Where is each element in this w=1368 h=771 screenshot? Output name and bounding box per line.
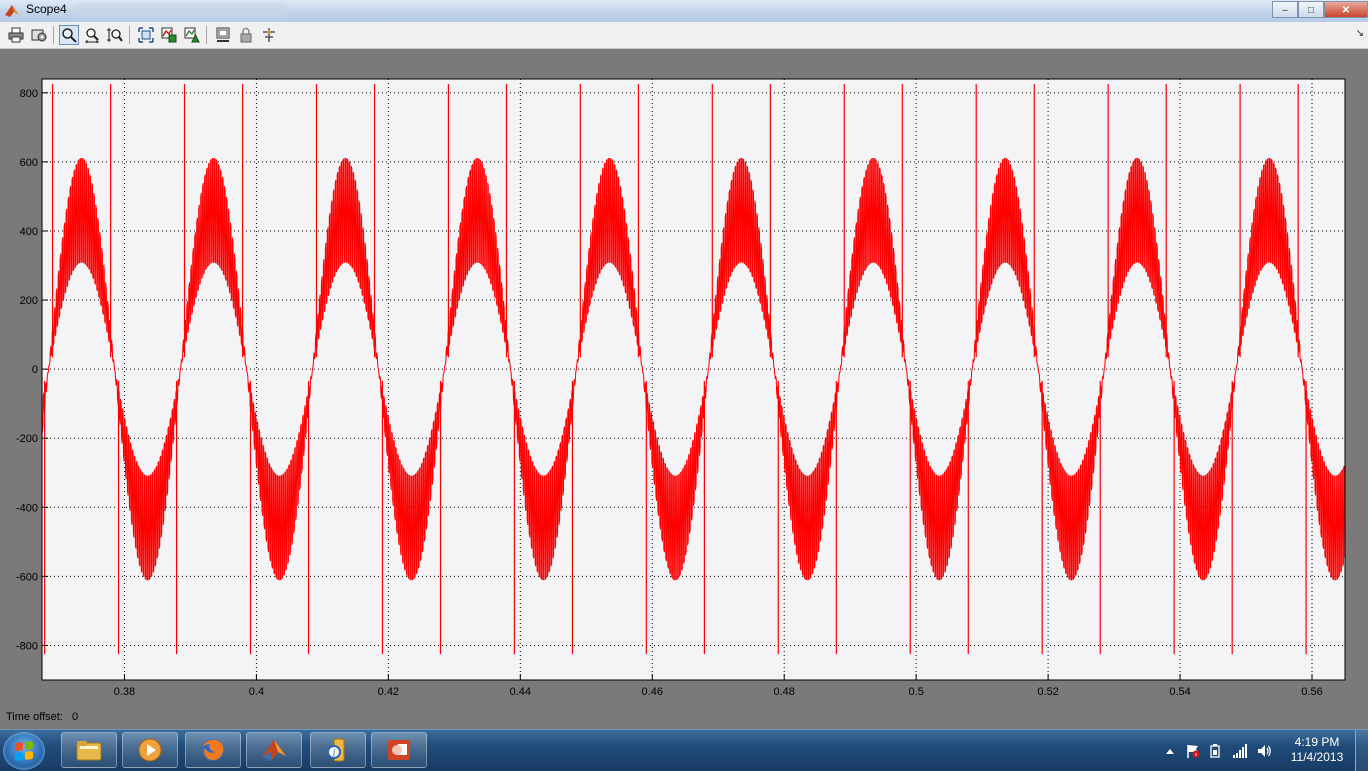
windows-taskbar: i x 4:19 PM 11/4/2013 (0, 729, 1368, 771)
media-player-icon (138, 738, 162, 762)
toolbar-separator (206, 26, 207, 44)
powerpoint-icon (388, 740, 410, 760)
zoom-icon (62, 28, 77, 43)
floating-scope-icon (216, 27, 230, 42)
y-tick-label: 0 (32, 364, 38, 376)
y-tick-label: 400 (20, 226, 38, 238)
time-offset-label: Time offset: (6, 711, 63, 723)
taskbar-item-matlab[interactable] (246, 732, 302, 768)
clock-time: 4:19 PM (1294, 735, 1340, 749)
window-controls: – □ ✕ (1272, 0, 1368, 20)
taskbar-item-help[interactable]: i (310, 732, 366, 768)
parameters-button[interactable] (29, 25, 49, 45)
show-hidden-icons-icon[interactable] (1162, 743, 1178, 759)
floating-scope-button[interactable] (213, 25, 233, 45)
save-axes-icon (161, 27, 177, 43)
help-icon: i (327, 738, 345, 762)
zoom-x-button[interactable] (82, 25, 102, 45)
zoom-x-icon (85, 28, 99, 43)
status-bar: Time offset: 0 (0, 708, 1368, 729)
toolbar-separator (129, 26, 130, 44)
signal-selection-button[interactable] (259, 25, 279, 45)
power-icon[interactable] (1208, 743, 1224, 759)
x-tick-label: 0.54 (1169, 686, 1190, 698)
zoom-button[interactable] (59, 25, 79, 45)
window-title: Scope4 (26, 2, 67, 16)
x-tick-label: 0.52 (1037, 686, 1058, 698)
taskbar-item-media-player[interactable] (122, 732, 178, 768)
toolbar-separator (53, 26, 54, 44)
show-desktop-button[interactable] (1355, 730, 1368, 771)
x-tick-label: 0.5 (909, 686, 924, 698)
parameters-icon (31, 29, 47, 42)
firefox-icon (202, 739, 224, 761)
svg-text:i: i (333, 748, 336, 759)
taskbar-item-powerpoint[interactable] (371, 732, 427, 768)
y-tick-label: -600 (16, 571, 38, 583)
x-tick-label: 0.46 (642, 686, 663, 698)
action-center-flag-icon[interactable]: x (1185, 743, 1201, 759)
y-tick-label: -200 (16, 433, 38, 445)
y-tick-label: -400 (16, 502, 38, 514)
x-tick-label: 0.42 (378, 686, 399, 698)
lock-axes-button[interactable] (236, 25, 256, 45)
autoscale-button[interactable] (136, 25, 156, 45)
y-tick-label: 200 (20, 295, 38, 307)
signal-selection-icon (263, 28, 275, 42)
time-offset-value: 0 (72, 711, 79, 723)
x-tick-label: 0.44 (510, 686, 531, 698)
restore-axes-icon (184, 27, 200, 43)
y-tick-label: 800 (20, 88, 38, 100)
taskbar-clock[interactable]: 4:19 PM 11/4/2013 (1282, 735, 1352, 765)
clock-date: 11/4/2013 (1290, 750, 1344, 764)
y-tick-label: 600 (20, 157, 38, 169)
print-button[interactable] (6, 25, 26, 45)
x-tick-label: 0.48 (774, 686, 795, 698)
scope-toolbar: ↘ (0, 22, 1368, 49)
window-title-bar[interactable]: Scope4 – □ ✕ (0, 0, 1368, 23)
print-icon (8, 27, 24, 43)
maximize-button[interactable]: □ (1298, 1, 1324, 18)
x-tick-label: 0.56 (1301, 686, 1322, 698)
restore-axes-button[interactable] (182, 25, 202, 45)
scope-chart[interactable]: 0.38 0.4 0.42 0.44 0.46 0.48 0.5 0.52 0.54 0.56 -… (0, 49, 1368, 708)
volume-icon[interactable] (1256, 743, 1272, 759)
lock-icon (240, 27, 252, 43)
autoscale-icon (138, 27, 154, 43)
zoom-y-icon (107, 28, 123, 42)
taskbar-item-explorer[interactable] (61, 732, 117, 768)
axes-background (42, 79, 1345, 680)
window-title-path-blurred (76, 3, 286, 17)
toolbar-overflow-arrow[interactable]: ↘ (1356, 28, 1364, 39)
minimize-button[interactable]: – (1272, 1, 1298, 18)
system-tray: x (1160, 730, 1280, 771)
matlab-icon (262, 740, 286, 761)
scope-plot-area: 0.38 0.4 0.42 0.44 0.46 0.48 0.5 0.52 0.54 0.56 -… (0, 49, 1368, 708)
x-tick-label: 0.4 (249, 686, 264, 698)
zoom-y-button[interactable] (105, 25, 125, 45)
network-signal-icon[interactable] (1232, 743, 1248, 759)
x-tick-label: 0.38 (114, 686, 135, 698)
taskbar-item-firefox[interactable] (185, 732, 241, 768)
start-button[interactable] (3, 732, 45, 770)
windows-logo-icon (15, 741, 33, 761)
windows-explorer-icon (76, 741, 102, 761)
save-axes-button[interactable] (159, 25, 179, 45)
close-button[interactable]: ✕ (1324, 1, 1368, 18)
y-tick-label: -800 (16, 640, 38, 652)
matlab-app-icon (5, 5, 19, 17)
